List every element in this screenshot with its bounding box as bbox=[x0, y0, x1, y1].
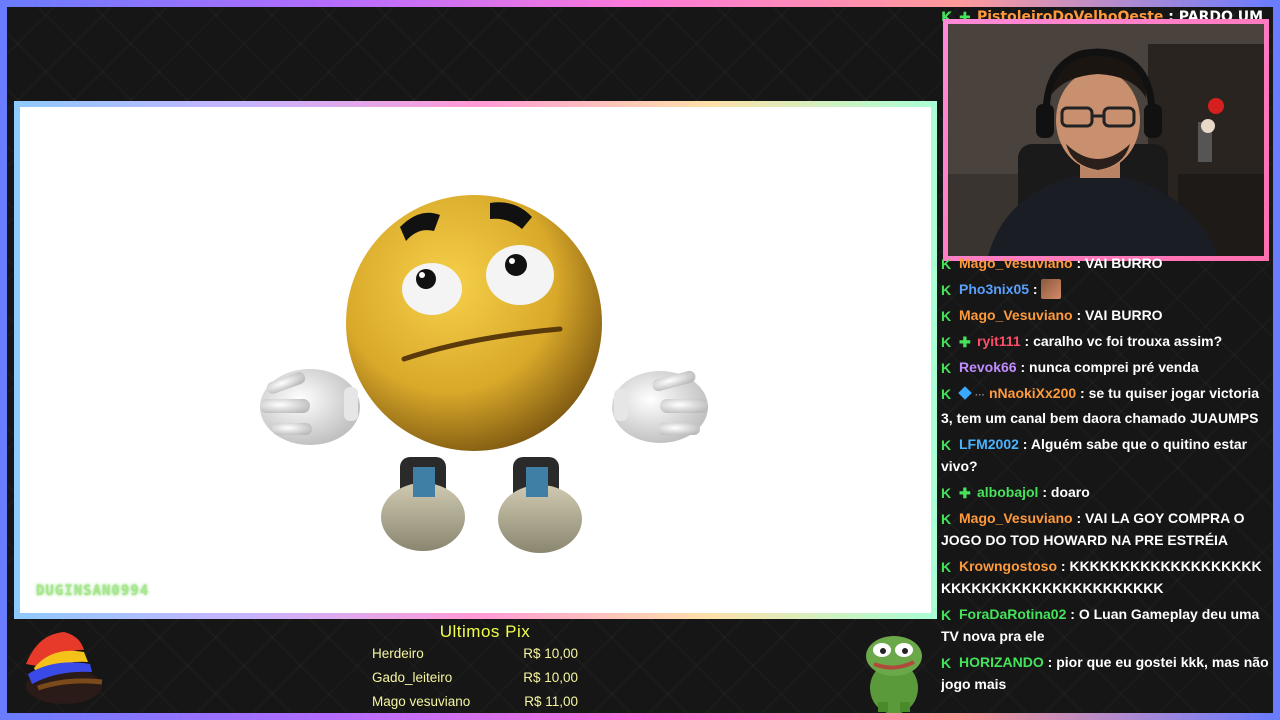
chat-username[interactable]: albobajol bbox=[977, 484, 1038, 500]
plus-badge-icon: ✚ bbox=[959, 334, 971, 350]
emoji-face bbox=[346, 195, 602, 451]
plus-badge-icon: ✚ bbox=[959, 485, 971, 501]
left-shoe bbox=[381, 457, 465, 551]
game-capture-frame: DUGINSAN0994 bbox=[14, 101, 937, 619]
chat-panel: K Mago_Vesuviano : VAI BURRO K Pho3nix05 : … bbox=[941, 250, 1271, 712]
chat-message: K Mago_Vesuviano : VAI BURRO bbox=[941, 307, 1163, 324]
chat-emote-icon bbox=[1041, 279, 1062, 299]
chat-badge-icon: K bbox=[941, 607, 952, 623]
pix-row: Gado_leiteiro R$ 10,00 bbox=[360, 666, 590, 690]
chat-message-text: caralho vc foi trouxa assim? bbox=[1033, 333, 1223, 349]
chat-message: K ✚ ryit111 : caralho vc foi trouxa assim? bbox=[941, 333, 1223, 350]
chat-message-text: doaro bbox=[1050, 484, 1090, 500]
chat-badge-icon: K bbox=[941, 308, 952, 324]
chat-message-text: nunca comprei pré venda bbox=[1029, 359, 1199, 375]
webcam-frame bbox=[943, 19, 1269, 261]
chat-username[interactable]: Mago_Vesuviano bbox=[959, 510, 1073, 526]
chat-badge-icon: K bbox=[941, 386, 952, 402]
pix-amount: R$ 10,00 bbox=[523, 670, 578, 685]
left-hand bbox=[260, 369, 360, 445]
hat-mascot-icon bbox=[26, 632, 103, 704]
chat-username[interactable]: LFM2002 bbox=[959, 436, 1019, 452]
chat-message: K Revok66 : nunca comprei pré venda bbox=[941, 359, 1199, 376]
pepe-frog-icon bbox=[866, 636, 922, 714]
pix-donor-name: Mago vesuviano bbox=[372, 694, 471, 709]
chat-message: K Krowngostoso : KKKKKKKKKKKKKKKKKKKKKKKK… bbox=[941, 558, 1262, 596]
pix-donor-name: Herdeiro bbox=[372, 646, 424, 661]
chat-message: K HORIZANDO : pior que eu gostei kkk, mas… bbox=[941, 654, 1269, 692]
chat-username[interactable]: Mago_Vesuviano bbox=[959, 255, 1073, 271]
pix-row: Herdeiro R$ 10,00 bbox=[360, 642, 590, 666]
chat-badge-icon: K bbox=[941, 256, 952, 272]
chat-username[interactable]: ForaDaRotina02 bbox=[959, 606, 1066, 622]
chat-message: K Pho3nix05 : bbox=[941, 276, 1271, 302]
chat-message: K ForaDaRotina02 : O Luan Gameplay deu um… bbox=[941, 606, 1260, 644]
cube-badge-icon bbox=[958, 386, 972, 400]
streamer-image bbox=[948, 24, 1264, 256]
chat-username[interactable]: HORIZANDO bbox=[959, 654, 1044, 670]
webcam-feed bbox=[948, 24, 1264, 256]
pix-amount: R$ 11,00 bbox=[524, 694, 578, 709]
shrug-emoji-illustration bbox=[260, 195, 708, 553]
game-capture: DUGINSAN0994 bbox=[20, 107, 931, 613]
chat-username[interactable]: Revok66 bbox=[959, 359, 1017, 375]
chat-username[interactable]: Krowngostoso bbox=[959, 558, 1057, 574]
pix-donor-name: Gado_leiteiro bbox=[372, 670, 453, 685]
chat-badge-icon: K bbox=[941, 485, 952, 501]
chat-badge-icon: K bbox=[941, 655, 952, 671]
chat-username[interactable]: Pho3nix05 bbox=[959, 281, 1029, 297]
chat-username[interactable]: nNaokiXx200 bbox=[989, 385, 1076, 401]
chat-badge-icon: K bbox=[941, 282, 952, 298]
chat-message: K ··· nNaokiXx200 : se tu quiser jogar vic… bbox=[941, 385, 1260, 426]
chat-badge-icon: K bbox=[941, 360, 952, 376]
video-watermark: DUGINSAN0994 bbox=[36, 583, 150, 599]
pix-row: Mago vesuviano R$ 11,00 bbox=[360, 690, 590, 714]
pix-panel: Ultimos Pix Herdeiro R$ 10,00 Gado_leite… bbox=[360, 622, 590, 714]
chat-username[interactable]: ryit111 bbox=[977, 333, 1021, 349]
chat-message: K Mago_Vesuviano : VAI BURRO bbox=[941, 255, 1163, 272]
dots-badge-icon: ··· bbox=[975, 390, 985, 401]
chat-message: K Mago_Vesuviano : VAI LA GOY COMPRA O JO… bbox=[941, 510, 1245, 548]
chat-username[interactable]: Mago_Vesuviano bbox=[959, 307, 1073, 323]
pix-title: Ultimos Pix bbox=[439, 622, 531, 641]
chat-message: K ✚ albobajol : doaro bbox=[941, 484, 1090, 501]
chat-badge-icon: K bbox=[941, 334, 952, 350]
chat-message-text: VAI BURRO bbox=[1085, 307, 1163, 323]
chat-badge-icon: K bbox=[941, 511, 952, 527]
chat-badge-icon: K bbox=[941, 437, 952, 453]
right-shoe bbox=[498, 457, 582, 553]
pix-amount: R$ 10,00 bbox=[523, 646, 578, 661]
chat-message: K LFM2002 : Alguém sabe que o quitino est… bbox=[941, 436, 1248, 474]
chat-message-text: VAI BURRO bbox=[1085, 255, 1163, 271]
right-hand bbox=[612, 370, 708, 443]
chat-badge-icon: K bbox=[941, 559, 952, 575]
